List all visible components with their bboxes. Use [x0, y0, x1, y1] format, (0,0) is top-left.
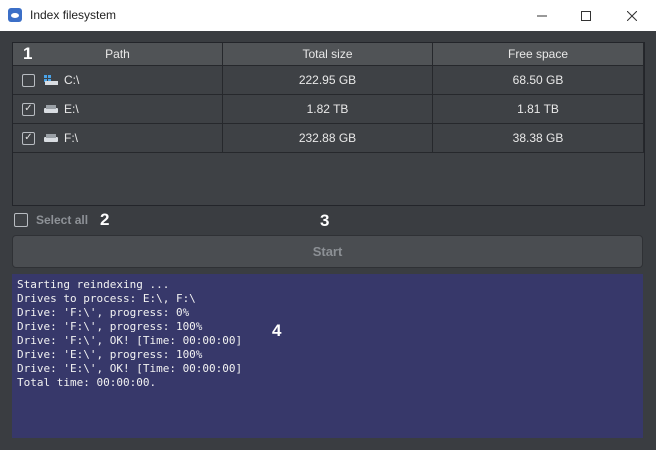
minimize-button[interactable]: [519, 0, 565, 31]
checkmark-icon: ✓: [24, 132, 33, 143]
annotation-marker: 2: [100, 210, 110, 229]
drive-path: E:\: [64, 102, 79, 116]
annotation-marker: 3: [320, 211, 330, 230]
free-space-cell: 1.81 TB: [433, 95, 644, 124]
close-icon: [627, 10, 637, 21]
window-title: Index filesystem: [30, 8, 117, 22]
app-icon: [8, 8, 22, 22]
log-line: Drive: 'F:\', OK! [Time: 00:00:00]: [17, 334, 243, 347]
path-cell: ✓ F:\: [13, 124, 223, 153]
minimize-icon: [537, 15, 547, 16]
total-size-cell: 232.88 GB: [223, 124, 433, 153]
log-line: Drive: 'F:\', progress: 100%: [17, 320, 203, 333]
maximize-icon: [581, 10, 591, 21]
total-size-cell: 1.82 TB: [223, 95, 433, 124]
table-header: Path Total size Free space: [13, 43, 644, 66]
drive-checkbox[interactable]: [22, 73, 35, 87]
table-row[interactable]: ✓ E:\ 1.82 TB 1.81 TB: [13, 95, 644, 124]
table-row[interactable]: C:\ 222.95 GB 68.50 GB: [13, 66, 644, 95]
annotation-marker: 4: [272, 321, 282, 340]
close-button[interactable]: [609, 0, 655, 31]
free-space-cell: 38.38 GB: [433, 124, 644, 153]
select-all-control[interactable]: Select all: [14, 213, 88, 227]
table-row[interactable]: ✓ F:\ 232.88 GB 38.38 GB: [13, 124, 644, 153]
window-client: Path Total size Free space C:\ 222.95 GB…: [0, 31, 656, 450]
column-header-path[interactable]: Path: [13, 43, 223, 66]
log-line: Drive: 'E:\', progress: 100%: [17, 348, 203, 361]
system-drive-icon: [44, 75, 58, 85]
log-line: Drives to process: E:\, F:\: [17, 292, 196, 305]
drive-checkbox[interactable]: ✓: [22, 102, 35, 116]
title-bar: Index filesystem: [0, 0, 656, 32]
column-header-total-size[interactable]: Total size: [223, 43, 433, 66]
drive-icon: [44, 105, 58, 113]
select-all-checkbox[interactable]: [14, 213, 28, 227]
log-line: Drive: 'E:\', OK! [Time: 00:00:00]: [17, 362, 243, 375]
annotation-marker: 1: [23, 44, 33, 63]
column-header-free-space[interactable]: Free space: [433, 43, 644, 66]
start-button[interactable]: Start: [12, 235, 643, 268]
total-size-cell: 222.95 GB: [223, 66, 433, 95]
drive-checkbox[interactable]: ✓: [22, 131, 35, 145]
checkmark-icon: ✓: [24, 103, 33, 114]
log-line: Total time: 00:00:00.: [17, 376, 157, 389]
drives-table: Path Total size Free space C:\ 222.95 GB…: [12, 42, 645, 206]
free-space-cell: 68.50 GB: [433, 66, 644, 95]
path-cell: C:\: [13, 66, 223, 95]
select-all-label: Select all: [36, 213, 89, 227]
log-line: Starting reindexing ...: [17, 278, 170, 291]
drive-path: C:\: [64, 73, 80, 87]
log-output: Starting reindexing ... Drives to proces…: [12, 274, 643, 438]
drive-path: F:\: [64, 131, 78, 145]
log-line: Drive: 'F:\', progress: 0%: [17, 306, 190, 319]
drive-icon: [44, 134, 58, 142]
path-cell: ✓ E:\: [13, 95, 223, 124]
maximize-button[interactable]: [563, 0, 609, 31]
